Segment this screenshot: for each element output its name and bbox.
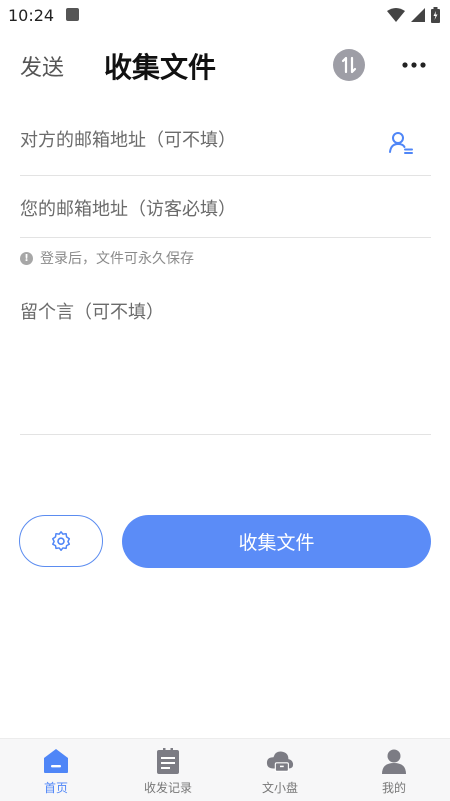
profile-icon [382, 749, 406, 774]
nav-item-cloud-drive[interactable]: 文小盘 [224, 739, 336, 801]
nav-label-records: 收发记录 [143, 781, 192, 795]
nav-item-records[interactable]: 收发记录 [112, 739, 224, 801]
message-textarea[interactable]: 留个言（可不填） [20, 298, 431, 432]
divider [20, 237, 431, 238]
login-notice-text: 登录后，文件可永久保存 [40, 251, 194, 267]
collect-files-button[interactable]: 收集文件 [122, 515, 431, 568]
home-icon [44, 749, 68, 773]
records-icon [157, 748, 179, 774]
signal-icon [411, 8, 425, 22]
nav-label-profile: 我的 [381, 781, 406, 795]
divider [20, 434, 431, 435]
status-time: 10:24 [8, 6, 55, 25]
info-alert-icon: ! [20, 251, 33, 265]
sort-button[interactable] [333, 49, 365, 81]
contact-picker-icon[interactable] [388, 130, 414, 156]
header: 发送 收集文件 [0, 40, 450, 92]
nav-label-cloud-drive: 文小盘 [261, 781, 298, 795]
status-icons [387, 6, 440, 24]
login-notice: ! 登录后，文件可永久保存 [20, 248, 194, 268]
nav-item-home[interactable]: 首页 [0, 739, 112, 801]
notification-a-icon [66, 8, 79, 21]
more-button[interactable] [396, 48, 432, 82]
battery-icon [431, 7, 440, 23]
settings-button[interactable] [19, 515, 103, 567]
cloud-drive-icon [266, 751, 294, 772]
bottom-nav: 首页 收发记录 文小盘 我的 [0, 738, 450, 801]
nav-label-home: 首页 [43, 781, 68, 795]
tab-send[interactable]: 发送 [20, 50, 64, 82]
recipient-email-input[interactable]: 对方的邮箱地址（可不填） [20, 126, 431, 152]
nav-item-profile[interactable]: 我的 [338, 739, 450, 801]
wifi-icon [387, 8, 405, 22]
page-title: 收集文件 [104, 51, 217, 84]
sort-updown-icon [341, 56, 357, 74]
status-bar: 10:24 [0, 0, 450, 32]
more-dots-icon [402, 62, 426, 68]
divider [20, 175, 431, 176]
your-email-input[interactable]: 您的邮箱地址（访客必填） [20, 195, 431, 221]
gear-icon [52, 531, 71, 551]
